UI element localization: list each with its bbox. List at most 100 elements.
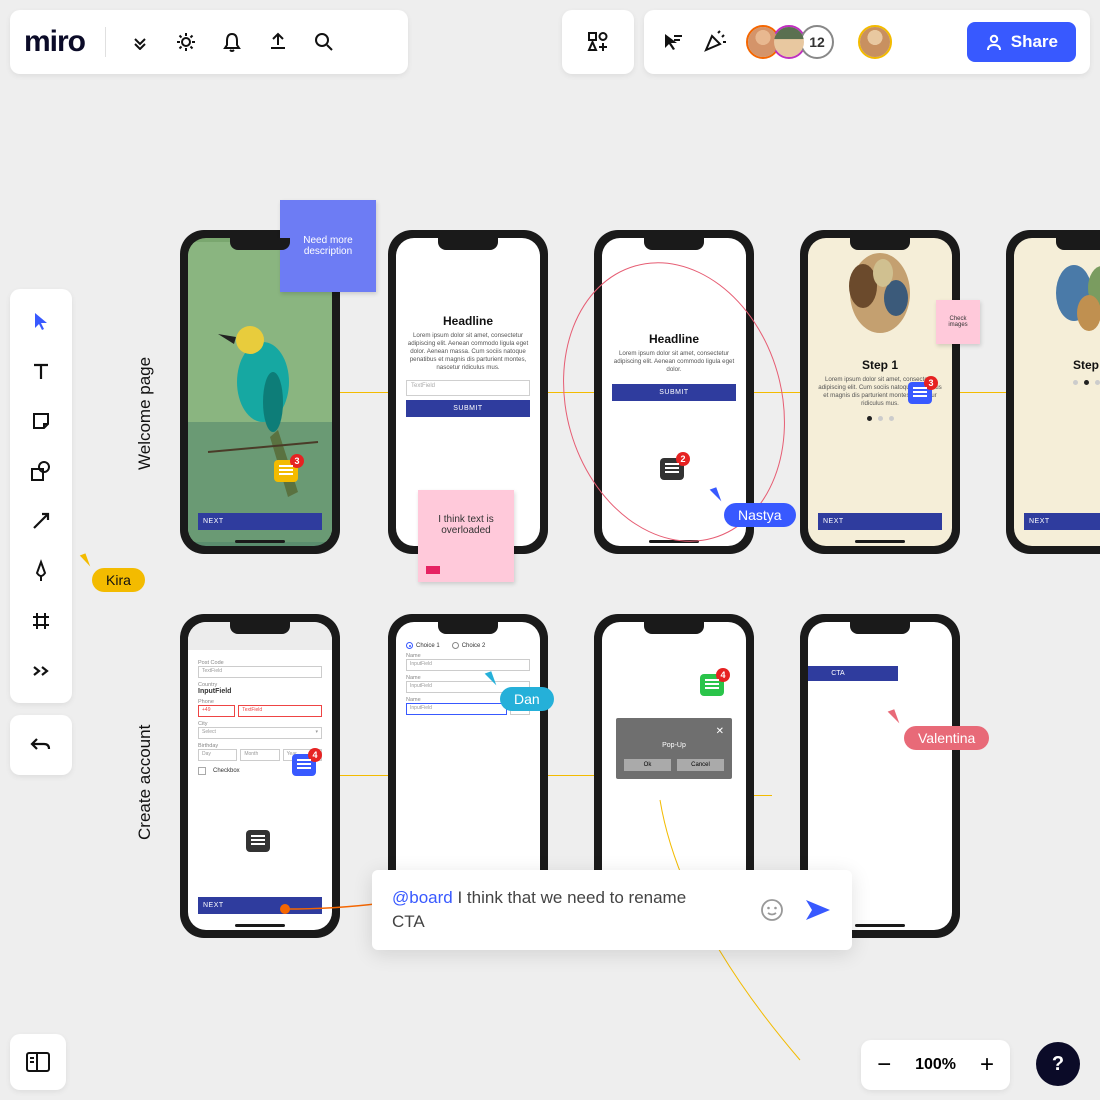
ok-button[interactable]: Ok <box>624 759 671 771</box>
next-button[interactable]: NEXT <box>198 513 322 530</box>
popup[interactable]: ✕ Pop-Up Ok Cancel <box>616 718 732 779</box>
help-button[interactable]: ? <box>1036 1042 1080 1086</box>
city-select[interactable]: Select▾ <box>198 727 322 739</box>
textfield[interactable]: TextField <box>406 380 530 396</box>
phone-create-1[interactable]: Post Code TextField Country InputField P… <box>180 614 340 938</box>
lorem-text: Lorem ipsum dolor sit amet, consectetur … <box>406 332 530 372</box>
notch <box>644 238 704 250</box>
canvas[interactable]: Welcome page Create account NEXT Headlin… <box>0 0 1100 1100</box>
home-indicator <box>855 540 905 543</box>
comment-icon[interactable]: 3 <box>274 460 298 482</box>
notch <box>230 238 290 250</box>
cancel-button[interactable]: Cancel <box>677 759 724 771</box>
confetti-icon[interactable] <box>700 28 728 56</box>
emoji-icon[interactable] <box>760 898 784 922</box>
name-input-3[interactable]: InputField <box>406 703 507 715</box>
sticky-note-tiny[interactable]: Check images <box>936 300 980 344</box>
day-input[interactable]: Day <box>198 749 237 761</box>
name-input[interactable]: InputField <box>406 659 530 671</box>
undo-button[interactable] <box>17 723 65 767</box>
notch <box>438 238 498 250</box>
comment-text[interactable]: @board I think that we need to rename CT… <box>392 886 692 934</box>
comment-icon[interactable] <box>246 830 270 852</box>
next-button[interactable]: NEXT <box>818 513 942 530</box>
bell-icon[interactable] <box>218 28 246 56</box>
country-value: InputField <box>198 688 322 695</box>
cursor-label-valentina: Valentina <box>904 726 989 750</box>
text-tool[interactable] <box>17 349 65 393</box>
comment-input-box[interactable]: @board I think that we need to rename CT… <box>372 870 852 950</box>
row-label-create: Create account <box>135 725 155 840</box>
connector <box>548 775 594 776</box>
postcode-input[interactable]: TextField <box>198 666 322 678</box>
home-indicator <box>855 924 905 927</box>
notch <box>230 622 290 634</box>
cursor-label-nastya: Nastya <box>724 503 796 527</box>
pen-tool[interactable] <box>17 549 65 593</box>
comment-icon[interactable]: 3 <box>908 382 932 404</box>
cursor-mode-icon[interactable] <box>658 28 686 56</box>
search-icon[interactable] <box>310 28 338 56</box>
arrow-tool[interactable] <box>17 499 65 543</box>
phone-welcome-5[interactable]: Step NEXT <box>1006 230 1100 554</box>
shape-tool[interactable] <box>17 449 65 493</box>
connector <box>340 392 392 393</box>
avatars-group[interactable]: 12 <box>746 25 834 59</box>
radio-2[interactable] <box>452 642 459 649</box>
phone-welcome-4[interactable]: Step 1 Lorem ipsum dolor sit amet, conse… <box>800 230 960 554</box>
notch <box>1056 238 1100 250</box>
undo-panel <box>10 715 72 775</box>
comment-icon[interactable]: 4 <box>292 754 316 776</box>
chevron-down-icon[interactable] <box>126 28 154 56</box>
frame-tool[interactable] <box>17 599 65 643</box>
radio-1[interactable] <box>406 642 413 649</box>
home-indicator <box>235 540 285 543</box>
submit-button[interactable]: SUBMIT <box>406 400 530 417</box>
sticky-tool[interactable] <box>17 399 65 443</box>
select-tool[interactable] <box>17 299 65 343</box>
notch <box>850 622 910 634</box>
headline: Headline <box>406 314 530 328</box>
sticky-note-pink[interactable]: I think text is overloaded <box>418 490 514 582</box>
cursor-label-dan: Dan <box>500 687 554 711</box>
notch <box>644 622 704 634</box>
phone-field[interactable]: TextField <box>238 705 322 717</box>
notch <box>850 238 910 250</box>
share-button[interactable]: Share <box>967 22 1076 62</box>
comment-icon[interactable]: 2 <box>660 458 684 480</box>
topbar-left: miro <box>10 10 408 74</box>
zoom-panel: − 100% + <box>861 1040 1010 1090</box>
minimap-button[interactable] <box>10 1034 66 1090</box>
connector <box>340 775 392 776</box>
comment-icon[interactable]: 4 <box>700 674 724 696</box>
zoom-in-button[interactable]: + <box>970 1048 1004 1082</box>
logo[interactable]: miro <box>24 25 85 59</box>
upload-icon[interactable] <box>264 28 292 56</box>
zoom-value[interactable]: 100% <box>907 1056 964 1074</box>
more-users-count[interactable]: 12 <box>800 25 834 59</box>
cursor-kira <box>80 553 90 568</box>
close-icon[interactable]: ✕ <box>624 728 724 736</box>
next-button[interactable]: NEXT <box>1024 513 1100 530</box>
cursor-label-kira: Kira <box>92 568 145 592</box>
step-title: Step 1 <box>818 358 942 372</box>
sticky-note-blue[interactable]: Need more description <box>280 200 376 292</box>
phone-prefix[interactable]: +49 <box>198 705 235 717</box>
side-toolbar <box>10 289 72 703</box>
avatar-2[interactable] <box>772 25 806 59</box>
more-tools[interactable] <box>17 649 65 693</box>
send-icon[interactable] <box>804 898 832 922</box>
avatar-me[interactable] <box>858 25 892 59</box>
cta-button[interactable]: CTA <box>808 666 898 681</box>
gear-icon[interactable] <box>172 28 200 56</box>
topbar-right: 12 Share <box>644 10 1090 74</box>
home-indicator <box>235 924 285 927</box>
notch <box>438 622 498 634</box>
zoom-out-button[interactable]: − <box>867 1048 901 1082</box>
month-input[interactable]: Month <box>240 749 279 761</box>
divider <box>105 27 106 57</box>
connector <box>960 392 1006 393</box>
templates-button[interactable] <box>562 10 634 74</box>
step-title: Step <box>1024 358 1100 372</box>
checkbox[interactable] <box>198 767 206 775</box>
